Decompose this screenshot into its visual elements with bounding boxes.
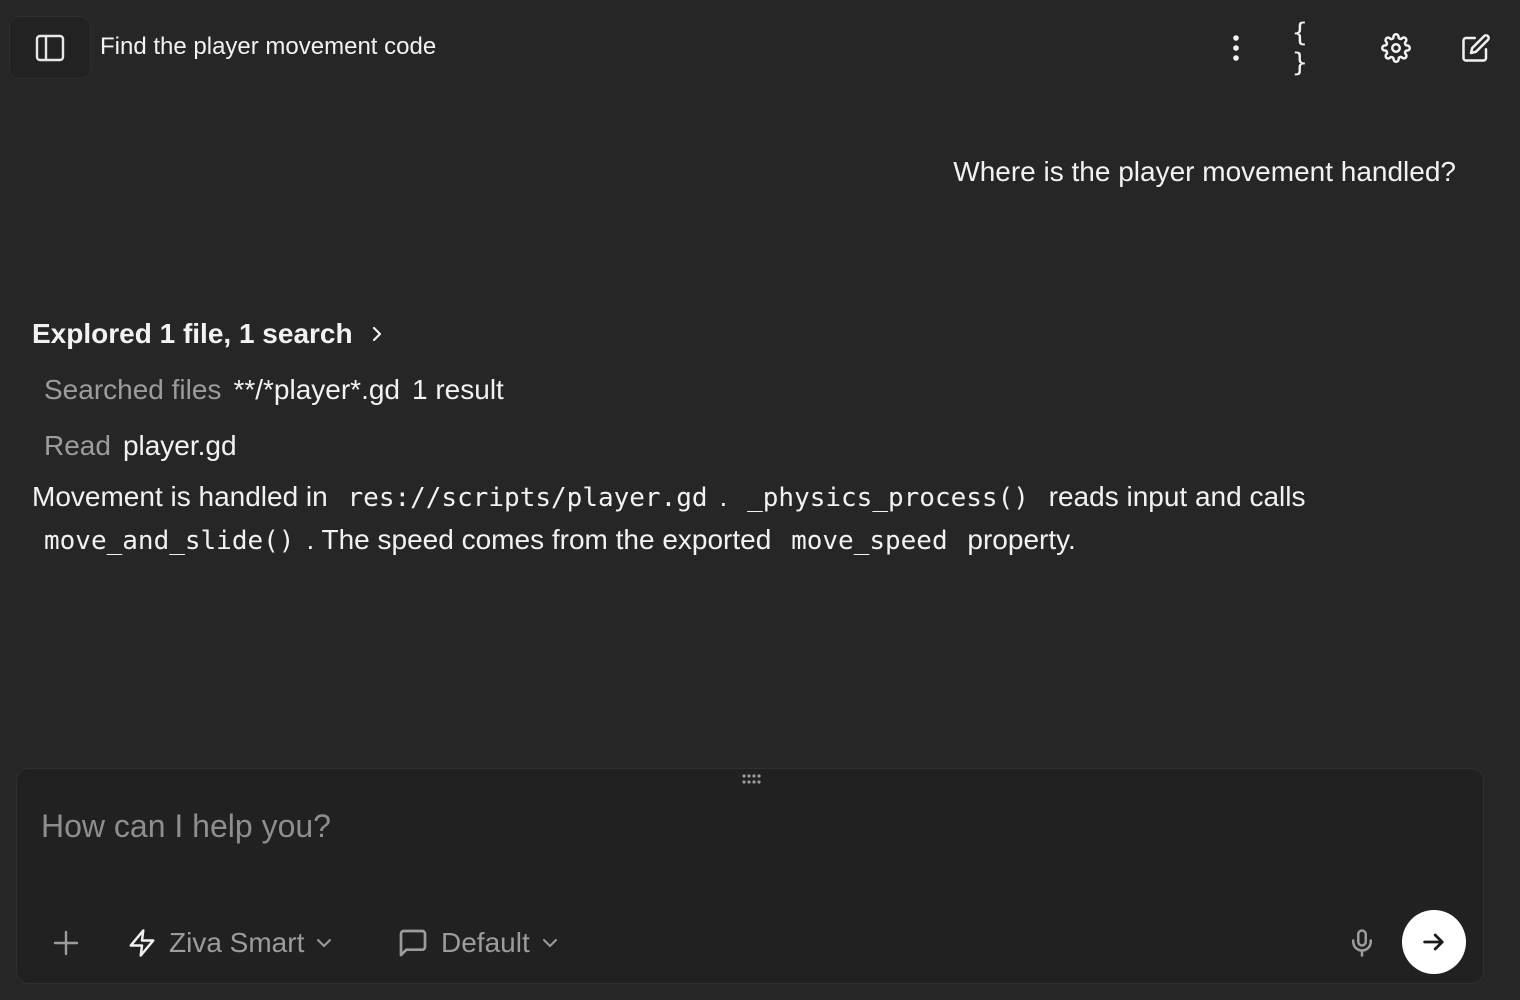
user-message: Where is the player movement handled?: [953, 156, 1456, 187]
send-button[interactable]: [1402, 910, 1466, 974]
sidebar-toggle-icon: [35, 34, 65, 61]
lightning-icon: [129, 929, 155, 957]
answer-text: Movement is handled in: [32, 481, 328, 512]
arrow-right-icon: [1423, 933, 1444, 951]
inline-code: move_speed: [791, 526, 948, 556]
step-target: player.gd: [122, 430, 237, 461]
braces-icon: { }: [1292, 18, 1310, 78]
gear-icon: [1381, 33, 1411, 63]
new-chat-button[interactable]: [1452, 24, 1500, 72]
microphone-icon: [1352, 929, 1372, 957]
add-attachment-button[interactable]: [51, 919, 81, 967]
inline-code: _physics_process(): [747, 483, 1029, 513]
mode-selector[interactable]: Default: [397, 919, 558, 967]
inline-code: res://scripts/player.gd: [347, 483, 708, 513]
step-action: Searched files: [44, 374, 222, 405]
settings-button[interactable]: [1372, 24, 1420, 72]
inline-code: move_and_slide(): [44, 526, 295, 556]
chevron-right-icon: [372, 326, 381, 342]
tool-step-search: Searched files **/*player*.gd 1 result: [44, 370, 504, 410]
model-selector-label: Ziva Smart: [169, 927, 305, 958]
assistant-message: Movement is handled in res://scripts/pla…: [32, 476, 1472, 562]
answer-text: property.: [967, 524, 1076, 555]
answer-text: . The speed comes from the exported: [306, 524, 772, 555]
explored-summary-label: Explored 1 file, 1 search: [32, 318, 353, 349]
more-vertical-icon: [1233, 35, 1239, 61]
context-button[interactable]: { }: [1292, 18, 1340, 78]
step-target: **/*player*.gd: [233, 374, 400, 405]
edit-icon: [1462, 34, 1490, 62]
more-options-button[interactable]: [1212, 24, 1260, 72]
chat-bubble-icon: [399, 929, 427, 957]
mode-selector-label: Default: [441, 927, 530, 958]
answer-text: .: [719, 481, 728, 512]
sidebar-toggle-button[interactable]: [9, 16, 91, 79]
answer-text: reads input and calls: [1048, 481, 1306, 512]
prompt-input[interactable]: [41, 803, 1441, 849]
drag-handle-icon[interactable]: [741, 773, 761, 785]
step-action: Read: [44, 430, 111, 461]
tool-step-read: Read player.gd: [44, 426, 237, 466]
chat-app: Find the player movement code { } Where: [0, 0, 1520, 1000]
chevron-down-icon: [317, 939, 332, 947]
header: Find the player movement code { }: [0, 0, 1520, 96]
explored-summary-toggle[interactable]: Explored 1 file, 1 search: [32, 314, 383, 354]
composer: Ziva Smart Default: [16, 768, 1484, 984]
conversation-title: Find the player movement code: [100, 33, 437, 60]
model-selector[interactable]: Ziva Smart: [127, 919, 332, 967]
plus-icon: [53, 930, 79, 956]
chevron-down-icon: [542, 939, 557, 947]
microphone-button[interactable]: [1347, 919, 1377, 967]
step-detail: 1 result: [412, 374, 504, 405]
